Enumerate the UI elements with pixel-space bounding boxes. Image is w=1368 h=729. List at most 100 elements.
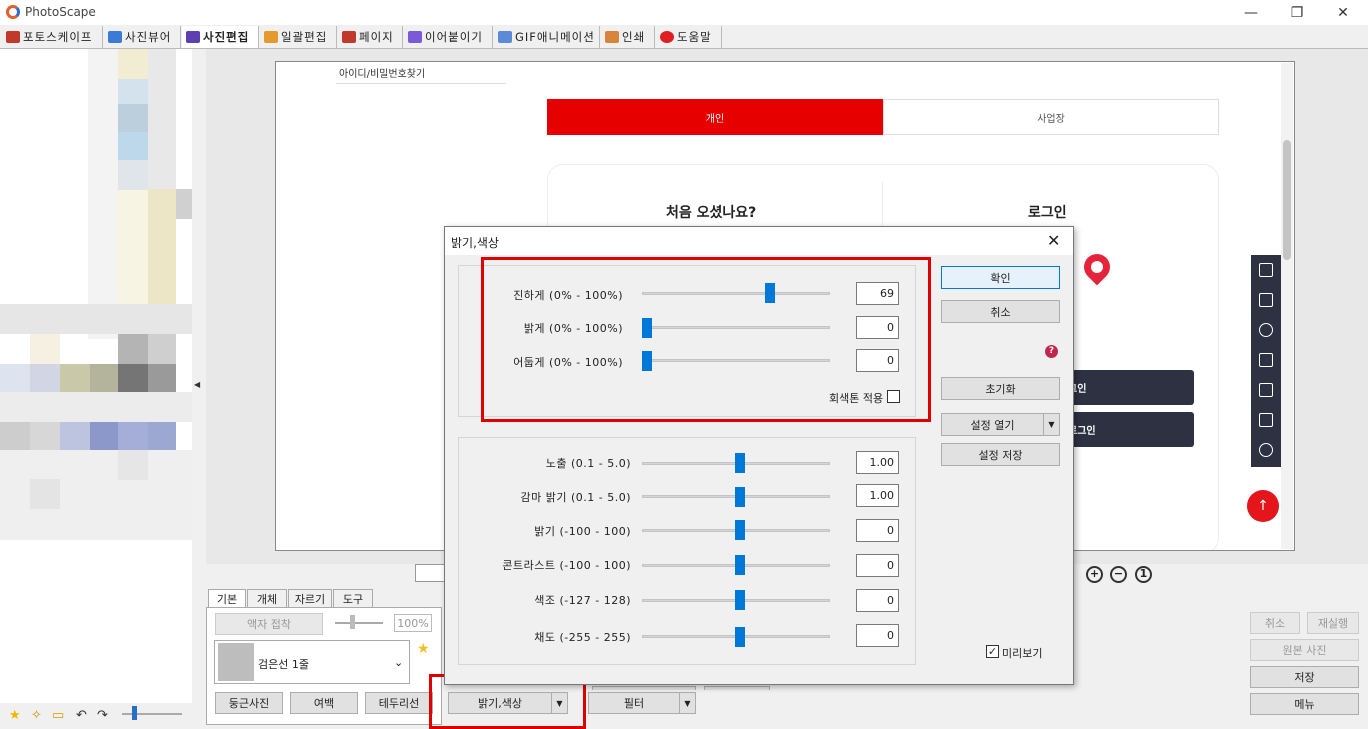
brightness-color-dialog: 밝기,색상 ✕ 진하게 (0% - 100%) 69 밝게 (0% - 100%… [444,226,1074,685]
chat-icon [1259,443,1273,457]
brightness-slider-knob[interactable] [735,520,745,540]
tab-page[interactable]: 페이지 [338,26,403,48]
tab-viewer[interactable]: 사진뷰어 [104,26,181,48]
blurred-block [30,364,60,392]
maximize-button[interactable]: ❐ [1274,0,1320,25]
collapse-arrow-icon[interactable]: ◀ [194,380,200,389]
round-photo-button[interactable]: 둥근사진 [215,692,283,714]
exposure-slider-knob[interactable] [735,453,745,473]
app-title: PhotoScape [25,5,96,19]
tab-help[interactable]: 도움말 [656,26,722,48]
favorite-star-icon[interactable]: ★ [9,708,21,723]
dialog-title-bar [445,227,1073,255]
image-scrollbar-thumb[interactable] [1283,140,1291,260]
saturation-value[interactable]: 0 [856,624,899,647]
blurred-block [0,450,192,540]
blurred-block [30,422,60,450]
filter-button[interactable]: 필터 ▼ [588,692,696,714]
subtab-crop[interactable]: 자르기 [288,589,332,608]
dropdown-arrow-icon[interactable]: ▼ [679,693,695,713]
contrast-slider-knob[interactable] [735,555,745,575]
frame-preview-swatch [218,643,254,681]
photoscape-icon [6,31,20,43]
frame-size-slider[interactable] [335,622,383,624]
blurred-block [30,334,60,364]
reset-button[interactable]: 초기화 [941,377,1060,400]
tab-batch[interactable]: 일괄편집 [260,26,337,48]
blurred-block [0,422,30,450]
hidden-button-edge [704,686,770,690]
image-scrollbar[interactable] [1281,63,1293,549]
close-button[interactable]: ✕ [1320,0,1366,25]
back-arrow-icon[interactable]: ↶ [76,708,87,723]
blurred-block [148,334,176,364]
gamma-slider-knob[interactable] [735,487,745,507]
blurred-block [118,364,148,392]
brightness-value[interactable]: 0 [856,519,899,542]
exposure-value[interactable]: 1.00 [856,451,899,474]
blurred-block [148,364,176,392]
menu-button[interactable]: 메뉴 [1250,693,1359,715]
combine-icon [408,31,422,43]
frame-fit-button[interactable]: 액자 접착 [215,613,323,635]
hue-slider-knob[interactable] [735,590,745,610]
preview-checkbox[interactable]: ✓ [986,645,999,658]
undo-button[interactable]: 취소 [1250,612,1300,634]
monitor-icon [1259,293,1273,307]
chevron-down-icon[interactable]: ⌄ [394,656,403,669]
web-tab-business: 사업장 [883,99,1219,135]
tab-combine[interactable]: 이어붙이기 [404,26,493,48]
folder-browser-panel[interactable] [0,49,192,703]
blurred-block [176,189,192,219]
tab-photoscape[interactable]: 포토스케이프 [2,26,103,48]
subtab-basic[interactable]: 기본 [208,589,246,608]
gamma-value[interactable]: 1.00 [856,484,899,507]
frame-size-knob[interactable] [350,615,355,629]
blurred-block [118,190,148,305]
web-divider [336,83,506,84]
forward-arrow-icon[interactable]: ↷ [97,708,108,723]
help-icon[interactable]: ? [1045,345,1058,358]
open-settings-button[interactable]: 설정 열기 ▼ [941,413,1060,436]
web-scroll-top-icon: ↑ [1247,490,1279,522]
ok-button[interactable]: 확인 [941,266,1060,289]
border-button[interactable]: 테두리선 [365,692,433,714]
cancel-button[interactable]: 취소 [941,300,1060,323]
subtab-tools[interactable]: 도구 [333,589,373,608]
thumbnail-size-knob[interactable] [132,706,137,720]
save-button[interactable]: 저장 [1250,666,1359,688]
dialog-close-icon[interactable]: ✕ [1047,231,1060,250]
contrast-value[interactable]: 0 [856,554,899,577]
preview-label: 미리보기 [1002,647,1043,660]
refresh-icon [1259,323,1273,337]
blurred-block [118,132,148,160]
blurred-block [90,364,118,392]
dropdown-arrow-icon[interactable]: ▼ [1043,414,1059,435]
blurred-block [118,422,148,450]
original-photo-button[interactable]: 원본 사진 [1250,639,1359,661]
editor-icon [186,31,200,43]
print-icon [605,31,619,43]
web-login-button-2: 로그인 [1056,412,1194,447]
blurred-block [118,160,148,190]
thumbnail-size-slider[interactable] [122,713,182,715]
tab-editor[interactable]: 사진편집 [182,26,259,48]
add-favorite-icon[interactable]: ✧ [31,708,42,723]
saturation-slider-knob[interactable] [735,627,745,647]
margin-button[interactable]: 여백 [290,692,358,714]
minimize-button[interactable]: — [1228,0,1274,25]
subtab-object[interactable]: 개체 [247,589,287,608]
save-settings-button[interactable]: 설정 저장 [941,443,1060,466]
zoom-out-icon[interactable]: − [1110,566,1127,583]
tab-print[interactable]: 인쇄 [601,26,655,48]
folder-icon[interactable]: ▭ [52,708,64,723]
redo-button[interactable]: 재실행 [1307,612,1359,634]
hue-value[interactable]: 0 [856,589,899,612]
frame-favorite-star-icon[interactable]: ★ [417,641,430,657]
frame-percent-field[interactable]: 100% [394,614,432,632]
actual-size-icon[interactable]: 1 [1135,566,1152,583]
tab-gif[interactable]: GIF애니메이션 [494,26,600,48]
slider-label-hue: 색조 (-127 - 128) [534,594,631,607]
zoom-in-icon[interactable]: + [1086,566,1103,583]
web-pin-center [1091,261,1103,273]
